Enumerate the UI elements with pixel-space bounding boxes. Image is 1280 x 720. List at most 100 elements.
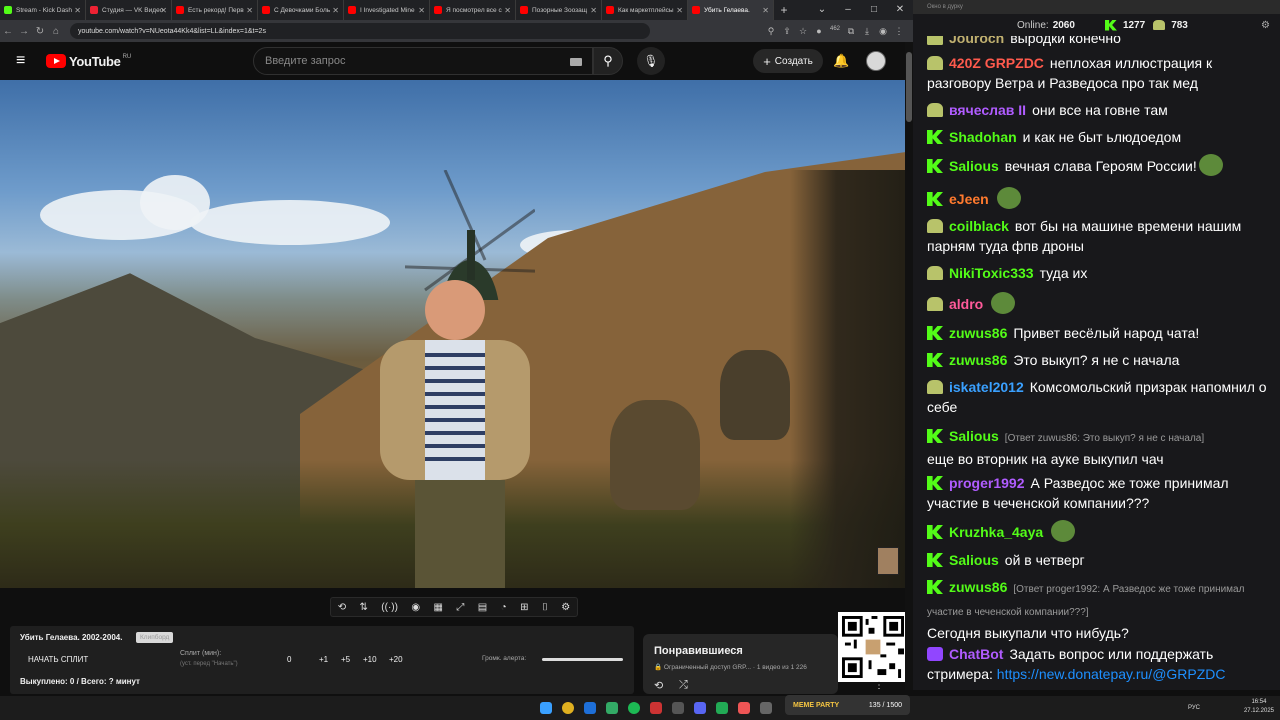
browser-tab[interactable]: Убить Гелаева. ✕ — [688, 0, 774, 20]
menu-dots-icon[interactable]: ⋮ — [891, 26, 907, 37]
chat-username[interactable]: ChatBot — [949, 646, 1003, 662]
youtube-logo[interactable]: YouTube RU — [46, 54, 131, 69]
chat-username[interactable]: Salious — [949, 158, 999, 174]
extension-dot-icon[interactable]: ● — [811, 26, 827, 37]
microphone-icon[interactable]: 🎙 — [637, 47, 665, 75]
forward-icon[interactable]: → — [16, 26, 32, 37]
back-icon[interactable]: ← — [0, 26, 16, 37]
chat-username[interactable]: aldro — [949, 296, 983, 312]
zoom-icon[interactable]: ⚲ — [763, 26, 779, 37]
extensions-icon[interactable]: ⧉ — [843, 26, 859, 37]
browser-tab[interactable]: I Investigated Mine ✕ — [344, 0, 430, 20]
chat-username[interactable]: proger1992 — [949, 475, 1024, 491]
chat-username[interactable]: NikiToxic333 — [949, 265, 1034, 281]
browser-tab[interactable]: Я посмотрел все с ✕ — [430, 0, 516, 20]
new-tab-button[interactable]: + — [774, 3, 794, 17]
chat-username[interactable]: Kruzhka_4aya — [949, 524, 1043, 540]
step-button[interactable]: +20 — [389, 655, 403, 664]
audio-icon[interactable]: ((·)) — [381, 602, 398, 613]
loop-icon[interactable]: ⟲ — [338, 602, 346, 613]
scrollbar-thumb[interactable] — [906, 52, 912, 122]
tab-close-icon[interactable]: ✕ — [590, 6, 597, 15]
video-player[interactable] — [0, 80, 906, 588]
chat-username[interactable]: zuwus86 — [949, 325, 1007, 341]
chat-username[interactable]: iskatel2012 — [949, 379, 1024, 395]
menu-icon[interactable]: ≡ — [16, 52, 32, 70]
search-button[interactable]: ⚲ — [593, 47, 623, 75]
chat-username[interactable]: Shadohan — [949, 129, 1017, 145]
browser-tab[interactable]: Позорные Зоозащ ✕ — [516, 0, 602, 20]
browser-tab[interactable]: Stream - Kick Dash ✕ — [0, 0, 86, 20]
tab-close-icon[interactable]: ✕ — [504, 6, 511, 15]
mini-thumbnail[interactable] — [877, 547, 899, 575]
browser-tab[interactable]: Есть рекорд! Перв ✕ — [172, 0, 258, 20]
discord-icon[interactable] — [694, 702, 706, 714]
step-button[interactable]: +10 — [363, 655, 377, 664]
alert-volume-slider[interactable] — [542, 658, 623, 661]
download-icon[interactable]: ⤓ — [859, 26, 875, 37]
url-field[interactable]: youtube.com/watch?v=NUeota44Kk4&list=LL&… — [70, 23, 650, 39]
chat-username[interactable]: Salious — [949, 428, 999, 444]
minimize-button[interactable]: – — [835, 0, 861, 20]
explorer-icon[interactable] — [584, 702, 596, 714]
repeat-icon[interactable]: ⟲ — [654, 679, 663, 692]
home-icon[interactable]: ⌂ — [48, 26, 64, 37]
step-button[interactable]: +5 — [341, 655, 350, 664]
chat-username[interactable]: Salious — [949, 552, 999, 568]
spotify-icon[interactable] — [628, 702, 640, 714]
close-window-button[interactable]: ✕ — [887, 0, 913, 20]
chat-username[interactable]: eJeen — [949, 191, 989, 207]
add-icon[interactable]: ⊞ — [520, 602, 528, 613]
chevron-down-icon[interactable]: ⌄ — [809, 0, 835, 20]
start-icon[interactable] — [540, 702, 552, 714]
chat-username[interactable]: zuwus86 — [949, 579, 1007, 595]
bookmark-star-icon[interactable]: ☆ — [795, 26, 811, 37]
playlist-card[interactable]: Понравившиеся 🔒 Ограниченный доступ GRP.… — [643, 634, 838, 694]
film-icon[interactable]: ▤ — [478, 602, 487, 613]
clipboard-tag[interactable]: Клипборд — [136, 632, 174, 643]
chat-username[interactable]: coilblack — [949, 218, 1009, 234]
share-icon[interactable]: ⇪ — [779, 26, 795, 37]
browser-tab[interactable]: Студия — VK Видео ✕ — [86, 0, 172, 20]
sort-icon[interactable]: ⇅ — [360, 602, 368, 613]
tab-close-icon[interactable]: ✕ — [762, 6, 769, 15]
language-indicator[interactable]: РУС — [1188, 705, 1200, 711]
keyboard-icon[interactable] — [570, 58, 582, 66]
chat-username[interactable]: вячеслав II — [949, 102, 1026, 118]
donate-link[interactable]: https://new.donatepay.ru/@GRPZDC — [997, 666, 1226, 682]
more-options-icon[interactable]: ⋮ — [874, 680, 884, 691]
start-split-button[interactable]: НАЧАТЬ СПЛИТ — [28, 655, 88, 664]
reload-icon[interactable]: ↻ — [32, 26, 48, 37]
extension-badge[interactable]: 462 — [827, 26, 843, 37]
calendar-icon[interactable]: ▦ — [434, 602, 443, 613]
app-icon[interactable] — [672, 702, 684, 714]
profile-icon[interactable]: ◉ — [875, 26, 891, 37]
scrollbar[interactable] — [905, 42, 913, 690]
avatar[interactable] — [866, 51, 886, 71]
app-icon[interactable] — [650, 702, 662, 714]
tab-close-icon[interactable]: ✕ — [74, 6, 81, 15]
settings-icon[interactable]: ⚙ — [1261, 20, 1270, 31]
chrome-icon[interactable] — [562, 702, 574, 714]
tab-close-icon[interactable]: ✕ — [676, 6, 683, 15]
clock[interactable]: 16:54 27.12.2025 — [1244, 698, 1274, 716]
app-icon[interactable] — [716, 702, 728, 714]
screenshot-icon[interactable]: ⌷ — [542, 602, 548, 613]
speed-icon[interactable]: ◔ — [501, 602, 507, 613]
chat-username[interactable]: zuwus86 — [949, 352, 1007, 368]
shuffle-icon[interactable]: ⤮ — [679, 679, 688, 692]
browser-tab[interactable]: Как маркетплейсы ✕ — [602, 0, 688, 20]
meme-party-widget[interactable]: MEME PARTY 135 / 1500 — [785, 695, 910, 715]
step-button[interactable]: +1 — [319, 655, 328, 664]
tab-close-icon[interactable]: ✕ — [418, 6, 425, 15]
app-icon[interactable] — [738, 702, 750, 714]
tab-close-icon[interactable]: ✕ — [332, 6, 339, 15]
gear-icon[interactable]: ⚙ — [561, 602, 570, 613]
tab-close-icon[interactable]: ✕ — [246, 6, 253, 15]
create-button[interactable]: + Создать — [753, 49, 823, 73]
steam-icon[interactable] — [606, 702, 618, 714]
chat-username[interactable]: Jouroch — [949, 36, 1004, 46]
tab-close-icon[interactable]: ✕ — [160, 6, 167, 15]
chat-username[interactable]: 420Z GRPZDC — [949, 55, 1044, 71]
search-input[interactable]: Введите запрос — [253, 47, 593, 75]
